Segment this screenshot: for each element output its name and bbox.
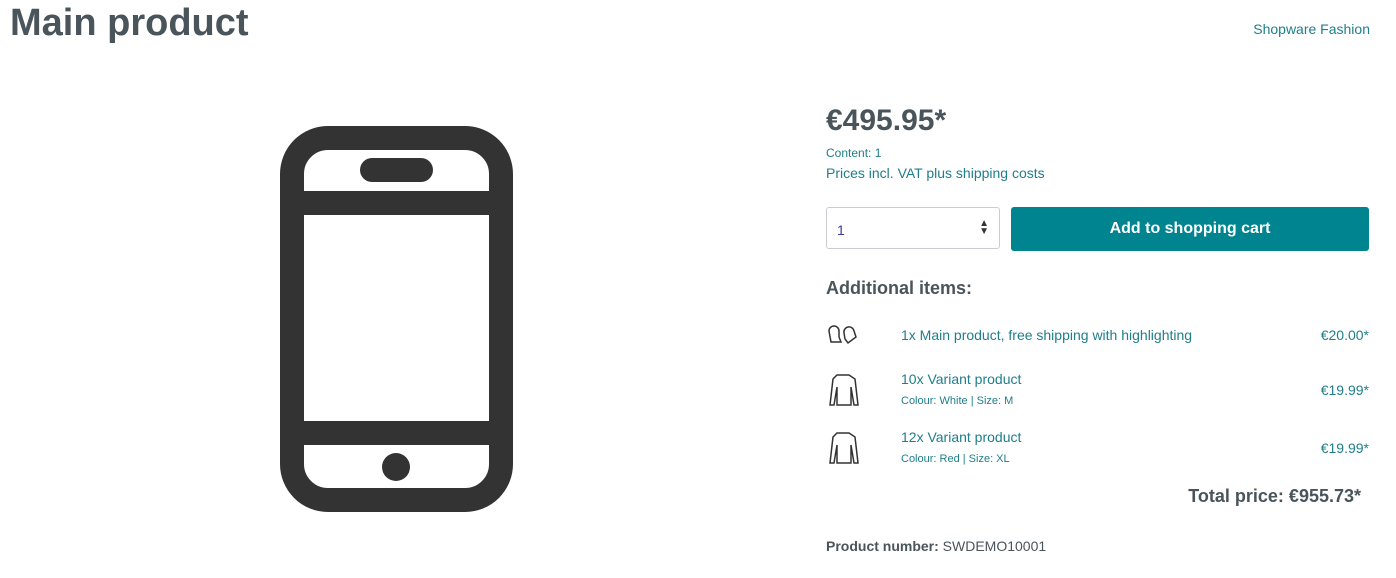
- item-name[interactable]: 10x Variant product: [901, 371, 1021, 387]
- sweater-icon: [829, 374, 859, 406]
- add-to-cart-button[interactable]: Add to shopping cart: [1011, 207, 1369, 251]
- item-price: €19.99*: [1320, 440, 1369, 456]
- list-item: 1x Main product, free shipping with high…: [826, 325, 1369, 345]
- content-info: Content: 1: [826, 146, 882, 160]
- manufacturer-link[interactable]: Shopware Fashion: [1253, 21, 1370, 37]
- item-options: Colour: Red | Size: XL: [901, 453, 1010, 465]
- item-price: €19.99*: [1320, 382, 1369, 398]
- item-options: Colour: White | Size: M: [901, 395, 1014, 407]
- list-item: 10x Variant product Colour: White | Size…: [826, 371, 1369, 411]
- select-arrows-icon: ▲ ▼: [979, 218, 989, 237]
- product-number-label: Product number:: [826, 538, 939, 554]
- item-name[interactable]: 12x Variant product: [901, 429, 1021, 445]
- page-title: Main product: [10, 2, 249, 44]
- quantity-value: 1: [837, 222, 845, 238]
- quantity-select[interactable]: 1 ▲ ▼: [826, 207, 1000, 249]
- item-price: €20.00*: [1320, 327, 1369, 343]
- smartphone-placeholder-icon: [280, 126, 513, 512]
- item-name[interactable]: 1x Main product, free shipping with high…: [901, 327, 1192, 343]
- sweater-icon: [829, 432, 859, 464]
- list-item: 12x Variant product Colour: Red | Size: …: [826, 429, 1369, 469]
- mittens-icon: [828, 325, 857, 345]
- product-price: €495.95*: [826, 104, 947, 137]
- additional-items-heading: Additional items:: [826, 278, 973, 298]
- vat-shipping-link[interactable]: Prices incl. VAT plus shipping costs: [826, 165, 1045, 181]
- product-number-value: SWDEMO10001: [942, 538, 1047, 554]
- product-number: Product number: SWDEMO10001: [826, 538, 1046, 554]
- total-price: Total price: €955.73*: [1188, 486, 1361, 506]
